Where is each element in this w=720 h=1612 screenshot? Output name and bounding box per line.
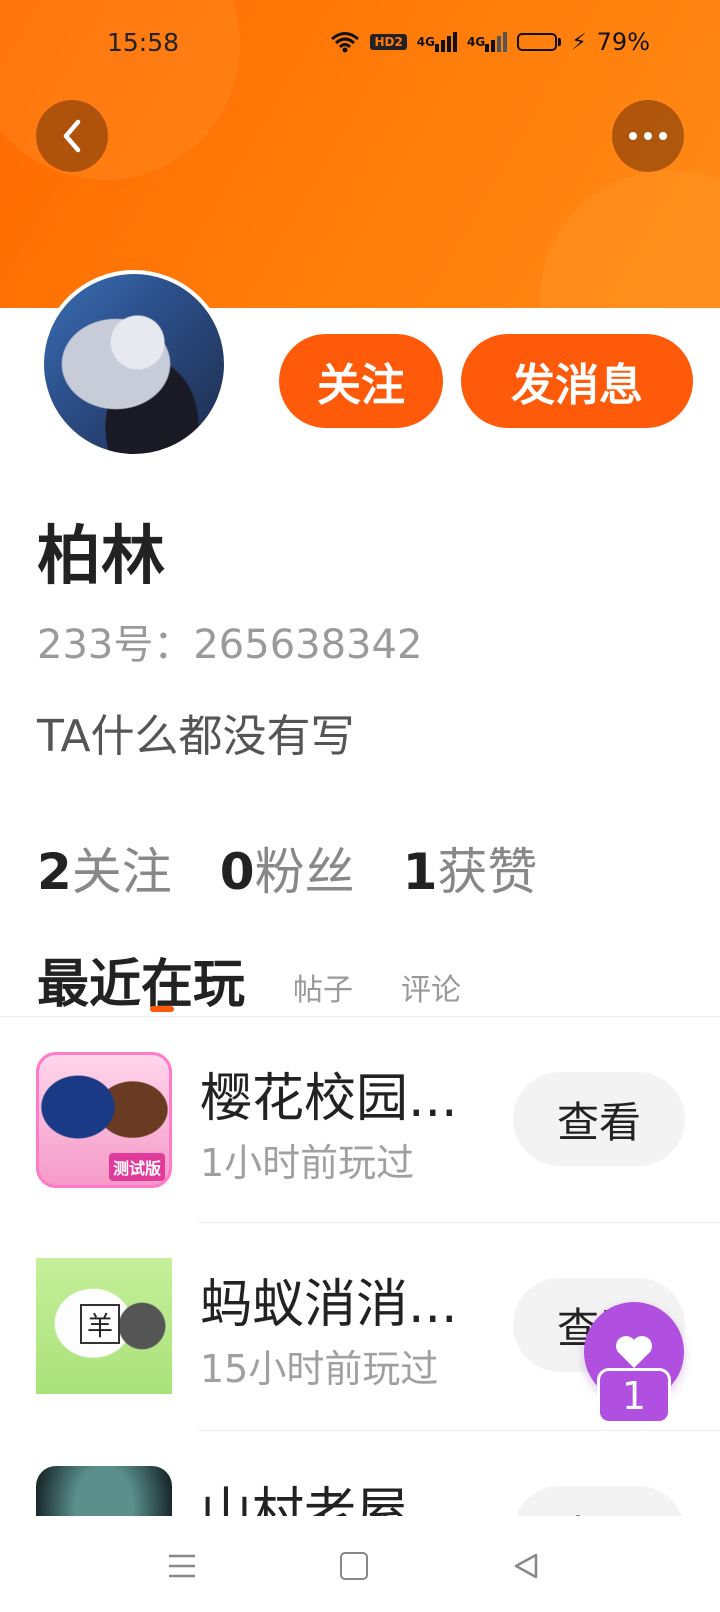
view-button[interactable]: 查看 <box>513 1072 685 1166</box>
game-last-played: 1小时前玩过 <box>200 1141 415 1185</box>
stat-fans[interactable]: 0粉丝 <box>220 832 355 904</box>
tab-comments[interactable]: 评论 <box>401 965 461 1017</box>
signal-icon: 4G <box>417 32 457 52</box>
game-icon: 测试版 <box>36 1052 172 1188</box>
heart-icon <box>616 1336 652 1368</box>
battery-percent: 79% <box>596 28 650 56</box>
menu-icon[interactable] <box>152 1536 212 1596</box>
tab-indicator <box>150 1006 174 1012</box>
stat-likes[interactable]: 1获赞 <box>403 832 538 904</box>
like-count-badge: 1 <box>597 1368 671 1424</box>
triangle-back-icon[interactable] <box>496 1536 556 1596</box>
list-item[interactable]: 山村老屋 查看 <box>0 1430 720 1516</box>
game-title: 山村老屋 <box>200 1483 409 1516</box>
status-time: 15:58 <box>107 28 180 57</box>
view-button[interactable]: 查看 <box>513 1486 685 1516</box>
user-name: 柏林 <box>37 520 165 594</box>
stat-following[interactable]: 2关注 <box>37 832 172 904</box>
signal-icon: 4G <box>467 32 508 52</box>
tab-recent-playing[interactable]: 最近在玩 <box>37 942 245 1017</box>
send-message-button[interactable]: 发消息 <box>461 334 693 428</box>
profile-stats: 2关注 0粉丝 1获赞 <box>37 832 537 904</box>
game-title: 蚂蚁消消... <box>200 1275 458 1335</box>
game-icon <box>36 1466 172 1516</box>
follow-button[interactable]: 关注 <box>279 334 443 428</box>
hd-badge: HD2 <box>370 34 407 50</box>
battery-icon <box>517 33 562 51</box>
game-title: 樱花校园... <box>200 1069 458 1129</box>
tab-posts[interactable]: 帖子 <box>293 965 353 1017</box>
system-nav-bar <box>0 1516 720 1612</box>
profile-tabs: 最近在玩 帖子 评论 <box>37 942 461 1017</box>
back-button[interactable] <box>36 100 108 172</box>
header-decoration <box>0 0 240 180</box>
game-icon: 羊 <box>36 1258 172 1394</box>
more-horizontal-icon <box>629 132 667 140</box>
status-icons: HD2 4G 4G ⚡ 79% <box>330 28 650 56</box>
more-button[interactable] <box>612 100 684 172</box>
user-bio: TA什么都没有写 <box>37 711 355 762</box>
avatar[interactable] <box>40 270 228 458</box>
header-decoration <box>540 170 720 308</box>
user-id: 233号：265638342 <box>37 622 423 668</box>
list-item[interactable]: 测试版 樱花校园... 1小时前玩过 查看 <box>0 1016 720 1222</box>
charging-icon: ⚡ <box>571 29 587 55</box>
game-last-played: 15小时前玩过 <box>200 1347 439 1391</box>
wifi-icon <box>330 31 360 53</box>
home-square-icon[interactable] <box>324 1536 384 1596</box>
chevron-left-icon <box>63 119 81 153</box>
profile-header: 15:58 HD2 4G 4G ⚡ 79% <box>0 0 720 308</box>
